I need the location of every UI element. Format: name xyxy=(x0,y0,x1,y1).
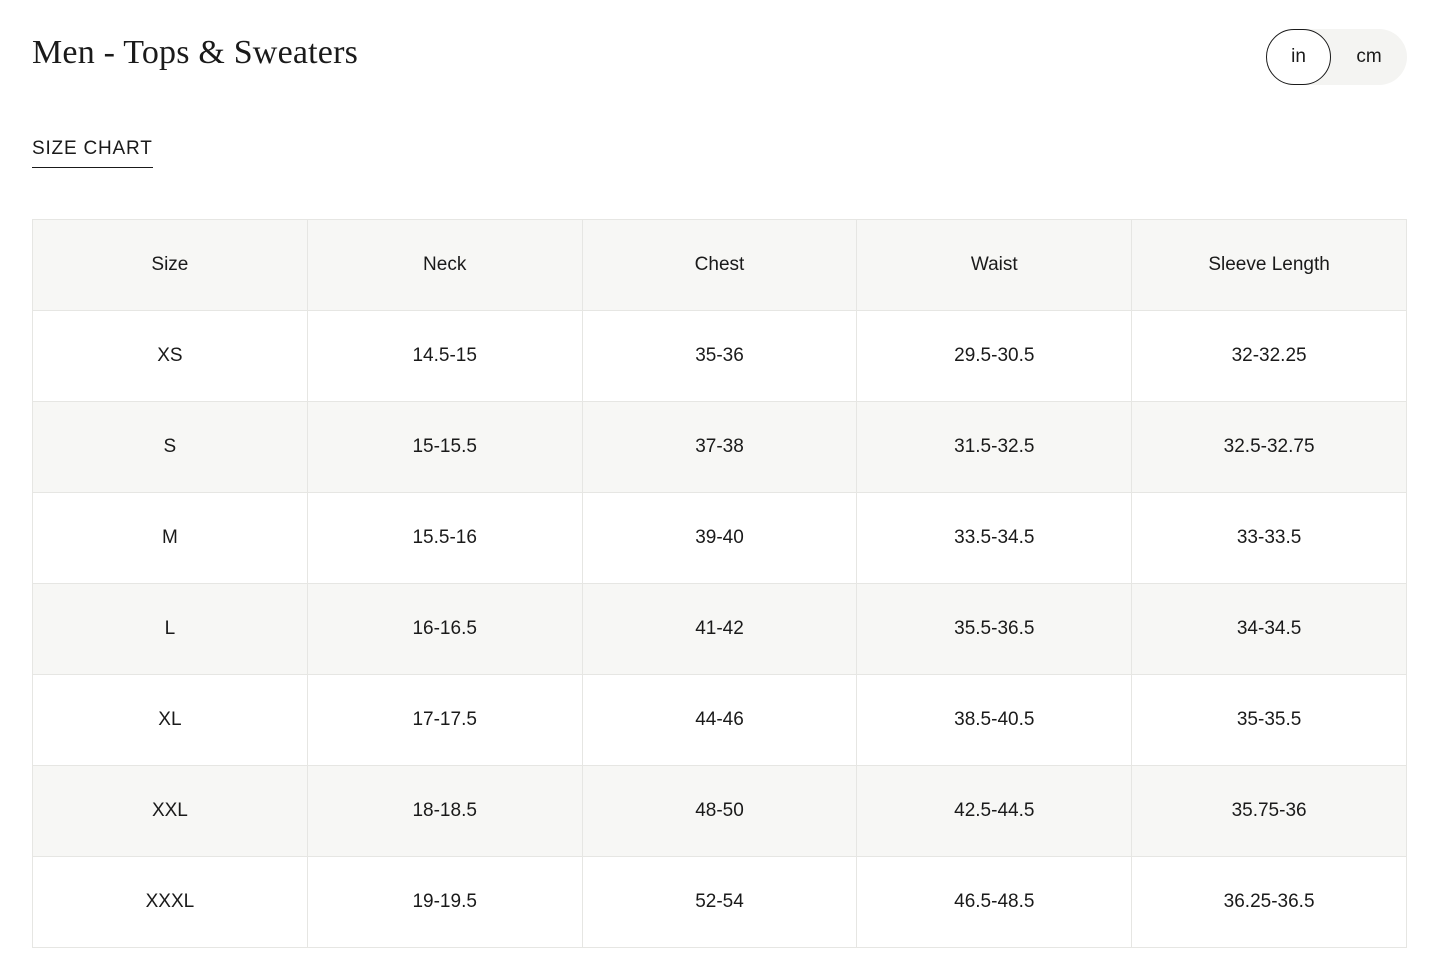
table-row: XXL 18-18.5 48-50 42.5-44.5 35.75-36 xyxy=(32,765,1407,857)
chest-cell: 44-46 xyxy=(581,674,858,766)
sleeve-length-cell: 32.5-32.75 xyxy=(1131,401,1407,493)
waist-cell: 46.5-48.5 xyxy=(856,856,1133,948)
table-row: XXXL 19-19.5 52-54 46.5-48.5 36.25-36.5 xyxy=(32,856,1407,948)
table-row: XL 17-17.5 44-46 38.5-40.5 35-35.5 xyxy=(32,674,1407,766)
table-row: S 15-15.5 37-38 31.5-32.5 32.5-32.75 xyxy=(32,401,1407,493)
size-cell: XXXL xyxy=(32,856,308,948)
waist-cell: 42.5-44.5 xyxy=(856,765,1133,857)
column-header-chest: Chest xyxy=(581,219,858,311)
waist-cell: 38.5-40.5 xyxy=(856,674,1133,766)
waist-cell: 33.5-34.5 xyxy=(856,492,1133,584)
page-title: Men - Tops & Sweaters xyxy=(32,34,359,71)
sleeve-length-cell: 35.75-36 xyxy=(1131,765,1407,857)
table-row: L 16-16.5 41-42 35.5-36.5 34-34.5 xyxy=(32,583,1407,675)
size-cell: M xyxy=(32,492,308,584)
size-cell: XL xyxy=(32,674,308,766)
waist-cell: 29.5-30.5 xyxy=(856,310,1133,402)
waist-cell: 35.5-36.5 xyxy=(856,583,1133,675)
neck-cell: 15-15.5 xyxy=(306,401,583,493)
neck-cell: 14.5-15 xyxy=(306,310,583,402)
sleeve-length-cell: 33-33.5 xyxy=(1131,492,1407,584)
size-cell: S xyxy=(32,401,308,493)
table-header-row: Size Neck Chest Waist Sleeve Length xyxy=(32,219,1407,311)
size-cell: XXL xyxy=(32,765,308,857)
neck-cell: 18-18.5 xyxy=(306,765,583,857)
chest-cell: 37-38 xyxy=(581,401,858,493)
size-cell: XS xyxy=(32,310,308,402)
chest-cell: 41-42 xyxy=(581,583,858,675)
unit-toggle: in cm xyxy=(1266,29,1407,85)
table-row: M 15.5-16 39-40 33.5-34.5 33-33.5 xyxy=(32,492,1407,584)
sleeve-length-cell: 36.25-36.5 xyxy=(1131,856,1407,948)
sleeve-length-cell: 35-35.5 xyxy=(1131,674,1407,766)
neck-cell: 16-16.5 xyxy=(306,583,583,675)
chest-cell: 52-54 xyxy=(581,856,858,948)
chest-cell: 39-40 xyxy=(581,492,858,584)
size-cell: L xyxy=(32,583,308,675)
column-header-waist: Waist xyxy=(856,219,1133,311)
unit-option-in[interactable]: in xyxy=(1266,29,1331,85)
neck-cell: 19-19.5 xyxy=(306,856,583,948)
neck-cell: 17-17.5 xyxy=(306,674,583,766)
size-chart-table: Size Neck Chest Waist Sleeve Length XS 1… xyxy=(32,219,1407,948)
unit-option-cm[interactable]: cm xyxy=(1336,29,1402,85)
tab-size-chart[interactable]: SIZE CHART xyxy=(32,137,153,168)
waist-cell: 31.5-32.5 xyxy=(856,401,1133,493)
chest-cell: 48-50 xyxy=(581,765,858,857)
column-header-size: Size xyxy=(32,219,308,311)
sleeve-length-cell: 32-32.25 xyxy=(1131,310,1407,402)
sleeve-length-cell: 34-34.5 xyxy=(1131,583,1407,675)
table-row: XS 14.5-15 35-36 29.5-30.5 32-32.25 xyxy=(32,310,1407,402)
column-header-sleeve-length: Sleeve Length xyxy=(1131,219,1407,311)
chest-cell: 35-36 xyxy=(581,310,858,402)
neck-cell: 15.5-16 xyxy=(306,492,583,584)
column-header-neck: Neck xyxy=(306,219,583,311)
